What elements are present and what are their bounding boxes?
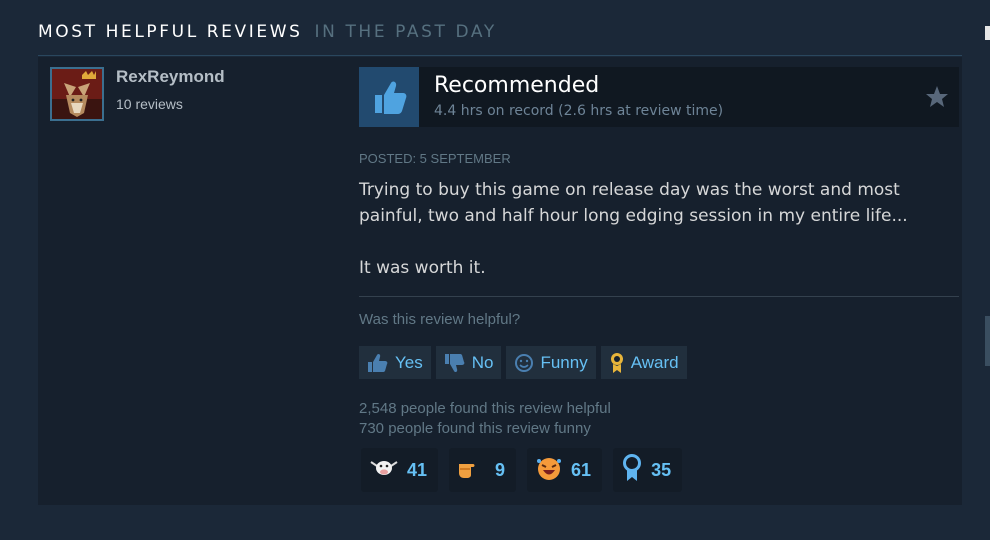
vote-funny-label: Funny — [540, 352, 588, 372]
section-subtitle: IN THE PAST DAY — [314, 22, 497, 42]
award-count: 9 — [495, 459, 506, 480]
cow-award-icon — [369, 456, 399, 485]
pointing-hand-award-icon — [457, 456, 487, 485]
vote-buttons: Yes No Funny Award — [359, 346, 687, 379]
section-title: MOST HELPFUL REVIEWS — [38, 22, 303, 42]
section-header: MOST HELPFUL REVIEWS IN THE PAST DAY — [38, 22, 962, 56]
recommendation-title: Recommended — [434, 73, 600, 98]
award-count: 61 — [571, 459, 592, 480]
award-button[interactable]: Award — [600, 346, 687, 379]
vote-yes-label: Yes — [395, 352, 423, 372]
thumbs-up-icon — [367, 353, 389, 373]
award-label: Award — [630, 352, 679, 372]
review-paragraph: Trying to buy this game on release day w… — [359, 180, 908, 226]
recommendation-header: Recommended 4.4 hrs on record (2.6 hrs a… — [359, 67, 959, 127]
award-badge[interactable]: 41 — [361, 448, 439, 492]
author-name[interactable]: RexReymond — [116, 67, 225, 87]
vote-no-label: No — [471, 352, 494, 372]
thumbs-up-icon — [359, 67, 419, 127]
review-stats: 2,548 people found this review helpful 7… — [359, 399, 611, 439]
review-paragraph: It was worth it. — [359, 258, 486, 278]
avatar[interactable] — [50, 67, 104, 121]
smiley-icon — [514, 353, 534, 373]
star-icon[interactable] — [925, 85, 949, 109]
divider — [359, 296, 959, 297]
review-card: RexReymond 10 reviews Recommended 4.4 hr… — [38, 57, 962, 505]
funny-count: 730 people found this review funny — [359, 420, 591, 437]
helpful-prompt: Was this review helpful? — [359, 311, 521, 328]
helpful-count: 2,548 people found this review helpful — [359, 400, 611, 417]
laughing-face-award-icon — [535, 455, 563, 486]
thumbs-down-icon — [444, 353, 466, 373]
award-count: 35 — [651, 459, 672, 480]
ribbon-award-icon — [621, 453, 643, 487]
vote-no-button[interactable]: No — [435, 346, 502, 379]
award-badge[interactable]: 9 — [449, 448, 517, 492]
author-review-count[interactable]: 10 reviews — [116, 96, 183, 112]
award-badge[interactable]: 35 — [613, 448, 683, 492]
posted-date: POSTED: 5 SEPTEMBER — [359, 151, 511, 166]
awards-row: 41 9 61 35 — [361, 448, 683, 492]
hours-on-record: 4.4 hrs on record (2.6 hrs at review tim… — [434, 103, 724, 119]
vote-yes-button[interactable]: Yes — [359, 346, 431, 379]
vote-funny-button[interactable]: Funny — [506, 346, 596, 379]
scrollbar[interactable] — [985, 316, 990, 366]
edge-element — [985, 26, 990, 40]
award-count: 41 — [407, 459, 428, 480]
award-medal-icon — [609, 352, 625, 374]
review-body: Trying to buy this game on release day w… — [359, 177, 959, 281]
award-badge[interactable]: 61 — [527, 448, 603, 492]
